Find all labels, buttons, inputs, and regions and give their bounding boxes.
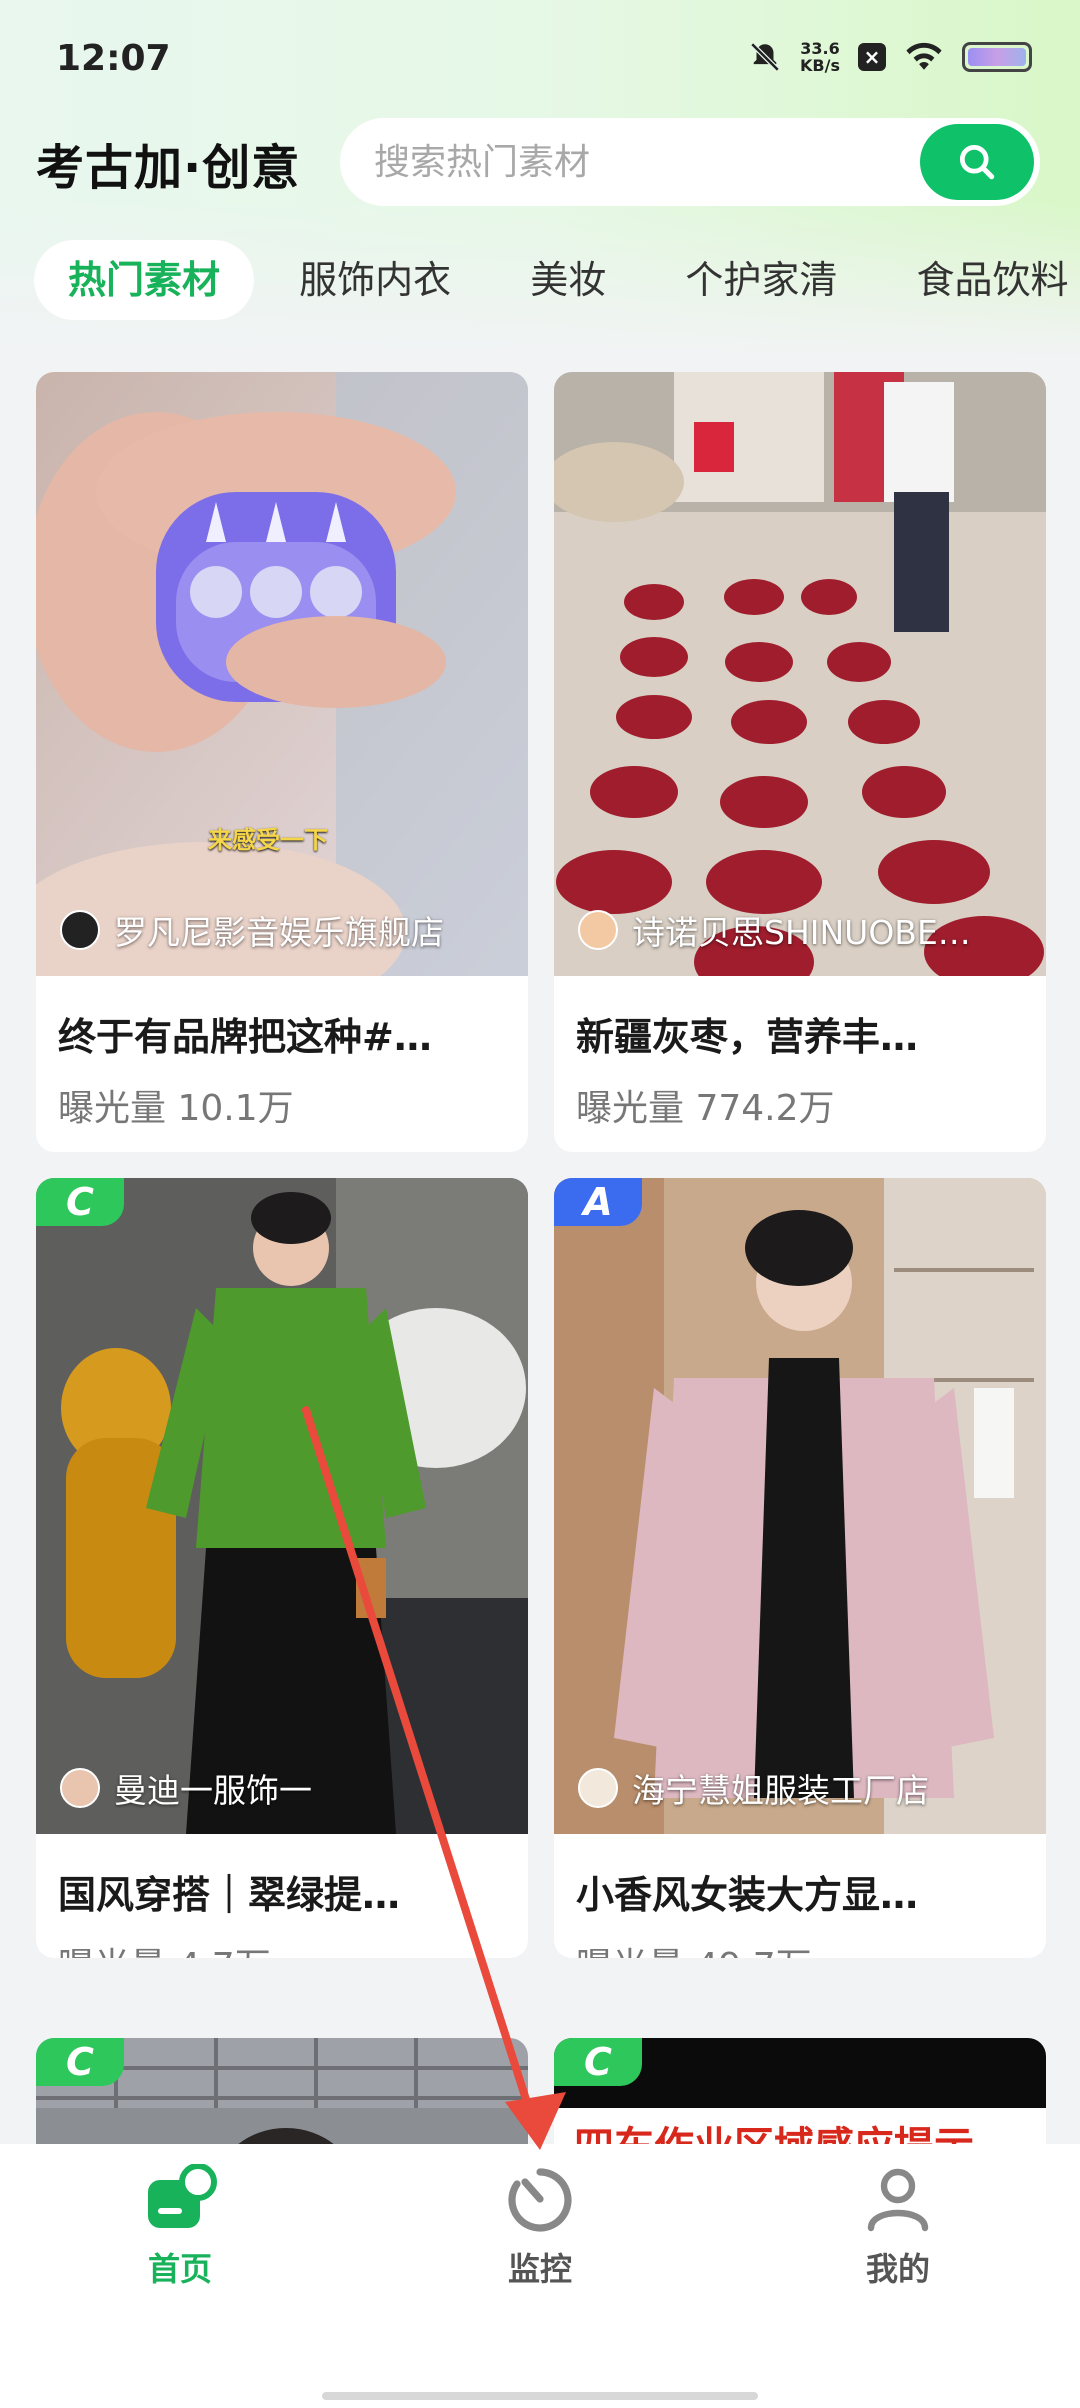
feed-card[interactable]: C 四车作业区域感应提示 [554, 2038, 1046, 2144]
wifi-icon [906, 42, 942, 70]
card-views: 曝光量 49.7万 [576, 1937, 1024, 1958]
earbuds-product-image [36, 372, 528, 976]
video-overlay-text: 四车作业区域感应提示 [574, 2114, 974, 2144]
search-input[interactable] [374, 141, 894, 183]
tab-hot-materials[interactable]: 热门素材 [34, 240, 255, 320]
badge-c: C [554, 2038, 642, 2086]
video-thumbnail[interactable]: C [36, 2038, 528, 2144]
gesture-home-bar [322, 2392, 758, 2400]
tab-food-drink[interactable]: 食品饮料 [882, 240, 1080, 320]
profile-icon [867, 2168, 929, 2232]
video-thumbnail[interactable]: 诗诺贝思SHINUOBE… [554, 372, 1046, 976]
tab-personal-care[interactable]: 个护家清 [651, 240, 871, 320]
feed-card[interactable]: C 曼迪一服饰一 国风穿搭｜翠绿提… 曝光量 4.7万 [36, 1178, 528, 1958]
status-icons: 33.6 KB/s × [748, 40, 1032, 74]
video-thumbnail[interactable]: C 四车作业区域感应提示 [554, 2038, 1046, 2144]
search-bar[interactable] [340, 118, 1040, 206]
feed-card[interactable]: A 海宁慧姐服装工厂店 小香风女装大方显… 曝光量 49.7万 [554, 1178, 1046, 1958]
shop-label: 诗诺贝思SHINUOBE… [578, 906, 1032, 954]
network-speed: 33.6 KB/s [800, 39, 840, 75]
search-button[interactable] [920, 124, 1034, 200]
card-views: 曝光量 10.1万 [58, 1088, 294, 1129]
nav-profile[interactable]: 我的 [798, 2164, 998, 2290]
green-jacket-outfit-image [36, 1178, 528, 1834]
shop-label: 罗凡尼影音娱乐旗舰店 [60, 906, 514, 954]
close-square-icon: × [858, 43, 886, 71]
badge-c: C [36, 1178, 124, 1226]
app-brand-title: 考古加·创意 [36, 140, 301, 196]
status-bar: 12:07 33.6 KB/s × [0, 0, 1080, 120]
bottom-navigation: 首页 监控 我的 [0, 2144, 1080, 2408]
jujube-bags-image [554, 372, 1046, 976]
monitor-icon [508, 2168, 572, 2232]
category-tabs: 热门素材 服饰内衣 美妆 个护家清 食品饮料 [34, 240, 1080, 326]
card-title: 小香风女装大方显… [576, 1873, 919, 1917]
shop-label: 曼迪一服饰一 [60, 1764, 514, 1812]
video-thumbnail[interactable]: A 海宁慧姐服装工厂店 [554, 1178, 1046, 1834]
badge-a: A [554, 1178, 642, 1226]
home-icon [148, 2163, 217, 2228]
shop-avatar [578, 910, 618, 950]
badge-c: C [36, 2038, 124, 2086]
card-title: 国风穿搭｜翠绿提… [58, 1873, 401, 1917]
tab-apparel[interactable]: 服饰内衣 [265, 240, 485, 320]
feed-card[interactable]: C [36, 2038, 528, 2144]
shop-avatar [578, 1768, 618, 1808]
video-thumbnail[interactable]: C 曼迪一服饰一 [36, 1178, 528, 1834]
nav-home[interactable]: 首页 [80, 2163, 280, 2290]
shop-label: 海宁慧姐服装工厂店 [578, 1764, 1032, 1812]
battery-icon [962, 42, 1032, 72]
shop-avatar [60, 1768, 100, 1808]
card-title: 新疆灰枣，营养丰… [576, 1015, 919, 1059]
mute-bell-icon [750, 42, 780, 72]
pink-jacket-outfit-image [554, 1178, 1046, 1834]
status-time: 12:07 [56, 38, 171, 79]
material-feed: 来感受一下 罗凡尼影音娱乐旗舰店 终于有品牌把这种#… 曝光量 10.1万 诗诺… [36, 372, 1046, 2144]
feed-card[interactable]: 诗诺贝思SHINUOBE… 新疆灰枣，营养丰… 曝光量 774.2万 [554, 372, 1046, 1152]
tab-beauty[interactable]: 美妆 [496, 240, 640, 320]
feed-card[interactable]: 来感受一下 罗凡尼影音娱乐旗舰店 终于有品牌把这种#… 曝光量 10.1万 [36, 372, 528, 1152]
card-views: 曝光量 774.2万 [576, 1088, 835, 1129]
card-views: 曝光量 4.7万 [58, 1937, 506, 1958]
shop-avatar [60, 910, 100, 950]
nav-monitor[interactable]: 监控 [440, 2164, 640, 2290]
video-thumbnail[interactable]: 来感受一下 罗凡尼影音娱乐旗舰店 [36, 372, 528, 976]
search-icon [959, 144, 995, 180]
video-caption: 来感受一下 [208, 826, 328, 854]
card-title: 终于有品牌把这种#… [58, 1015, 432, 1059]
